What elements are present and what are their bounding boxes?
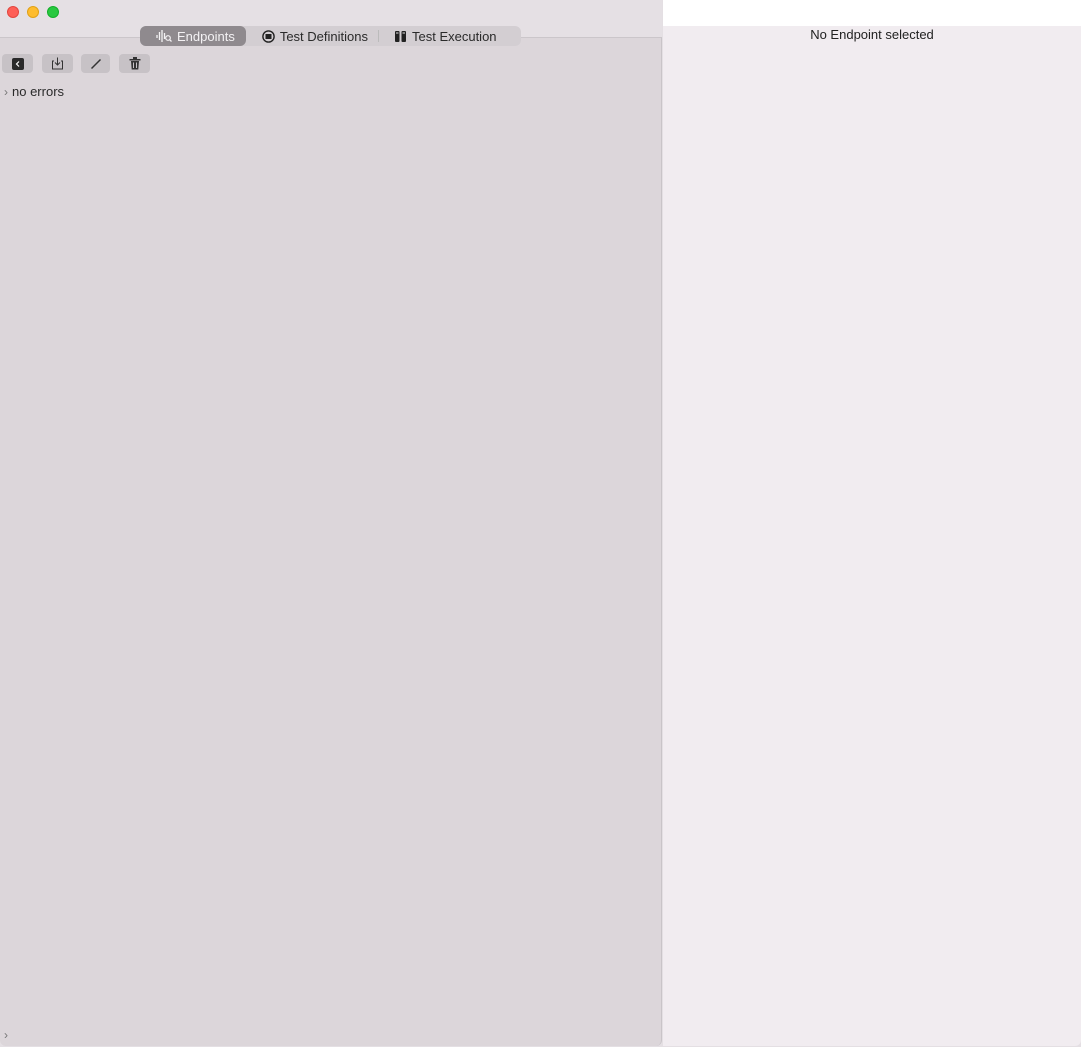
detail-pane: No Endpoint selected	[663, 26, 1081, 1046]
tab-test-definitions[interactable]: Test Definitions	[246, 26, 378, 46]
trash-icon	[129, 57, 140, 70]
import-button[interactable]	[42, 54, 73, 73]
tab-label: Endpoints	[177, 28, 235, 44]
waveform-magnifier-icon	[156, 30, 172, 42]
sidebar-collapse-icon	[11, 57, 24, 70]
detail-header	[663, 0, 1081, 26]
pencil-icon	[90, 58, 101, 69]
list-circle-icon	[262, 29, 275, 43]
close-window-button[interactable]	[7, 6, 19, 18]
zoom-window-button[interactable]	[47, 6, 59, 18]
chevron-right-icon: ›	[4, 84, 8, 99]
import-icon	[52, 57, 63, 70]
tab-endpoints[interactable]: Endpoints	[140, 26, 246, 46]
delete-button[interactable]	[119, 54, 150, 73]
tab-test-execution[interactable]: Test Execution	[379, 26, 507, 46]
minimize-window-button[interactable]	[27, 6, 39, 18]
collapse-sidebar-button[interactable]	[2, 54, 33, 73]
tab-bar: Endpoints Test Definitions Test Executio…	[140, 26, 521, 46]
chevron-right-icon[interactable]: ›	[4, 1028, 8, 1042]
tab-label: Test Execution	[411, 28, 497, 44]
test-tubes-icon	[394, 30, 406, 42]
errors-status: no errors	[12, 84, 65, 99]
sidebar: › no errors ›	[0, 37, 662, 1046]
tab-label: Test Definitions	[279, 28, 368, 44]
edit-button[interactable]	[81, 54, 110, 73]
empty-state-message: No Endpoint selected	[810, 27, 934, 42]
errors-disclosure[interactable]: › no errors	[4, 84, 64, 99]
